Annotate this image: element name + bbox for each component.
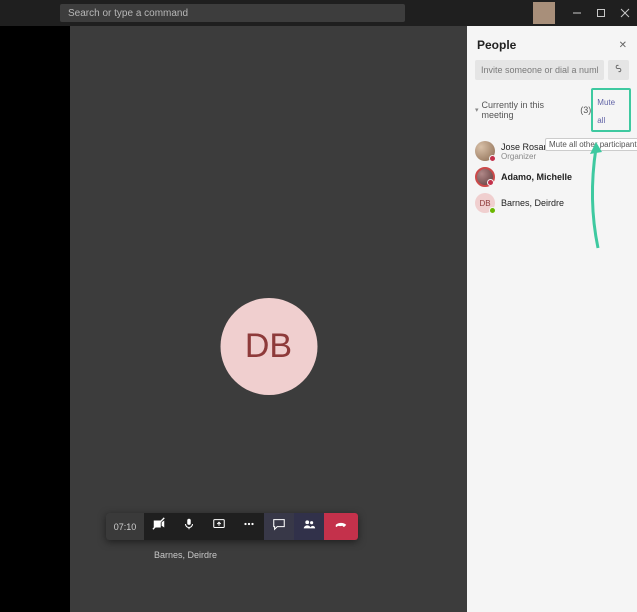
- participant-row[interactable]: DB Barnes, Deirdre: [467, 190, 637, 216]
- mute-all-tooltip: Mute all other participants: [545, 138, 637, 151]
- mute-all-highlight: Mute all: [591, 88, 631, 132]
- participant-row[interactable]: Adamo, Michelle: [467, 164, 637, 190]
- presence-busy-icon: [489, 155, 496, 162]
- chevron-down-icon[interactable]: ▾: [475, 106, 479, 114]
- user-avatar-tile[interactable]: [533, 2, 555, 24]
- microphone-icon: [182, 517, 196, 536]
- hangup-icon: [334, 517, 348, 536]
- share-screen-icon: [212, 517, 226, 536]
- dial-pad-button[interactable]: [608, 60, 629, 80]
- video-stage: DB 07:10: [70, 26, 467, 612]
- more-actions-button[interactable]: [234, 513, 264, 540]
- share-screen-button[interactable]: [204, 513, 234, 540]
- maximize-button[interactable]: [589, 0, 613, 26]
- search-input[interactable]: [68, 8, 397, 19]
- mute-all-button[interactable]: Mute all: [597, 98, 615, 125]
- participant-avatar-large: DB: [220, 298, 317, 395]
- avatar: [475, 167, 495, 187]
- participant-list: Jose Rosario Organizer Mute all other pa…: [467, 138, 637, 216]
- ellipsis-icon: [242, 517, 256, 536]
- participant-name-caption: Barnes, Deirdre: [154, 550, 217, 560]
- chat-button[interactable]: [264, 513, 294, 540]
- camera-toggle-button[interactable]: [144, 513, 174, 540]
- link-icon: [613, 61, 624, 79]
- camera-off-icon: [152, 517, 166, 536]
- people-icon: [302, 517, 316, 536]
- presence-available-icon: [489, 207, 496, 214]
- close-window-button[interactable]: [613, 0, 637, 26]
- section-count: (3): [580, 105, 591, 115]
- people-button[interactable]: [294, 513, 324, 540]
- mic-toggle-button[interactable]: [174, 513, 204, 540]
- minimize-button[interactable]: [565, 0, 589, 26]
- call-duration: 07:10: [106, 513, 144, 540]
- search-container: [60, 4, 405, 22]
- people-title: People: [477, 38, 516, 52]
- close-icon: ✕: [619, 40, 627, 51]
- presence-busy-icon: [487, 179, 494, 186]
- title-bar: [0, 0, 637, 26]
- invite-input[interactable]: [475, 60, 604, 80]
- call-toolbar: 07:10: [106, 513, 358, 540]
- close-panel-button[interactable]: ✕: [619, 40, 627, 51]
- section-label: Currently in this meeting: [482, 100, 578, 120]
- left-rail: [0, 26, 70, 612]
- hangup-button[interactable]: [324, 513, 358, 540]
- participant-name: Barnes, Deirdre: [501, 198, 564, 208]
- participant-name: Adamo, Michelle: [501, 172, 572, 182]
- avatar: [475, 141, 495, 161]
- avatar: DB: [475, 193, 495, 213]
- chat-icon: [272, 517, 286, 536]
- participant-row[interactable]: Jose Rosario Organizer Mute all other pa…: [467, 138, 637, 164]
- people-panel: People ✕ ▾ Currently in this meeting (3)…: [467, 26, 637, 612]
- participant-role: Organizer: [501, 152, 554, 161]
